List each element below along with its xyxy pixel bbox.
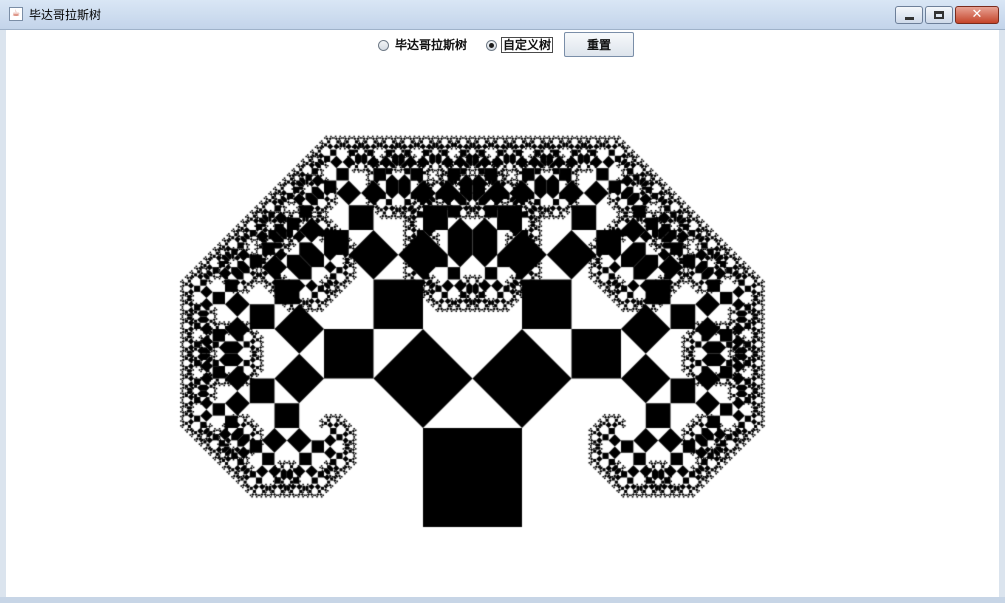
radio-custom-tree[interactable]: 自定义树 [486,37,554,53]
content-pane: 毕达哥拉斯树 自定义树 重置 [6,30,999,597]
close-button[interactable]: ✕ [955,6,999,24]
app-window: ☕ 毕达哥拉斯树 ✕ 毕达哥拉斯树 自定义树 重置 [0,0,1005,603]
control-panel: 毕达哥拉斯树 自定义树 重置 [6,30,999,60]
window-bottom-border [0,597,1005,603]
radio-pythagoras-label[interactable]: 毕达哥拉斯树 [394,38,468,52]
window-controls: ✕ [893,6,999,24]
window-title: 毕达哥拉斯树 [29,8,102,22]
radio-pythagoras-tree[interactable]: 毕达哥拉斯树 [378,38,468,52]
minimize-icon [905,17,914,20]
minimize-button[interactable] [895,6,923,24]
radio-custom-indicator[interactable] [486,39,497,51]
maximize-button[interactable] [925,6,953,24]
reset-button[interactable]: 重置 [564,32,634,57]
maximize-icon [934,11,944,19]
title-bar[interactable]: ☕ 毕达哥拉斯树 ✕ [0,0,1005,30]
close-icon: ✕ [971,7,983,22]
java-app-icon[interactable]: ☕ [9,7,23,21]
fractal-tree-canvas[interactable] [6,60,999,597]
radio-custom-label[interactable]: 自定义树 [500,37,554,53]
radio-pythagoras-indicator[interactable] [378,39,389,51]
